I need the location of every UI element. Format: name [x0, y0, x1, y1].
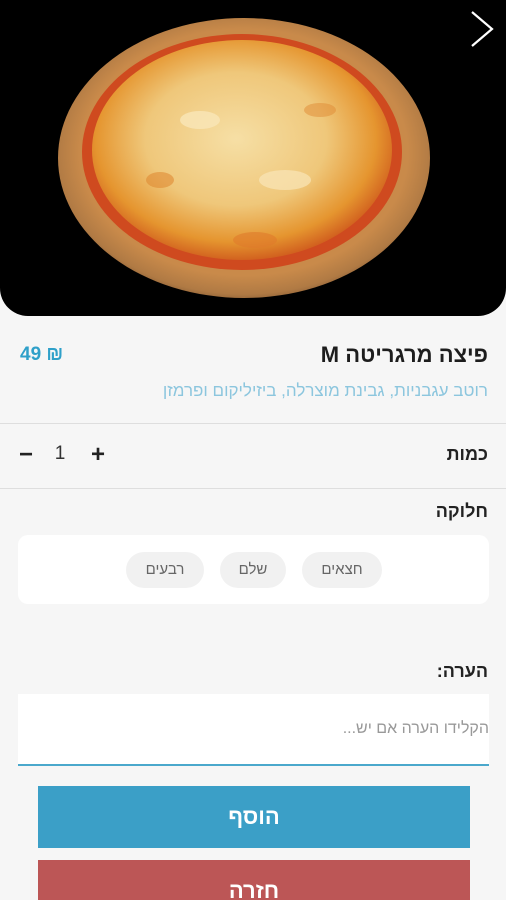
- title-row: פיצה מרגריטה M 49 ₪: [0, 342, 506, 372]
- note-input[interactable]: [18, 694, 489, 766]
- product-image: [0, 0, 506, 316]
- product-description: רוטב עגבניות, גבינת מוצרלה, ביזיליקום ופ…: [162, 381, 488, 400]
- quantity-minus-button[interactable]: −: [14, 441, 38, 469]
- division-option-whole[interactable]: שלם: [220, 552, 286, 588]
- divider: [0, 423, 506, 424]
- division-option-quarters[interactable]: רבעים: [126, 552, 204, 588]
- back-arrow-button[interactable]: [466, 8, 496, 50]
- quantity-value: 1: [54, 443, 66, 464]
- divider: [0, 488, 506, 489]
- add-button[interactable]: הוסף: [38, 786, 470, 848]
- note-label: הערה:: [436, 661, 488, 681]
- quantity-label: כמות: [446, 444, 488, 464]
- back-button[interactable]: חזרה: [38, 860, 470, 900]
- division-label: חלוקה: [435, 501, 488, 521]
- division-option-halves[interactable]: חצאים: [302, 552, 382, 588]
- division-options: חצאים שלם רבעים: [18, 535, 489, 604]
- quantity-plus-button[interactable]: +: [86, 441, 110, 469]
- product-title: פיצה מרגריטה M: [320, 342, 488, 367]
- product-price: 49 ₪: [20, 344, 64, 365]
- pizza-photo: [58, 18, 430, 298]
- chevron-right-icon: [471, 11, 494, 47]
